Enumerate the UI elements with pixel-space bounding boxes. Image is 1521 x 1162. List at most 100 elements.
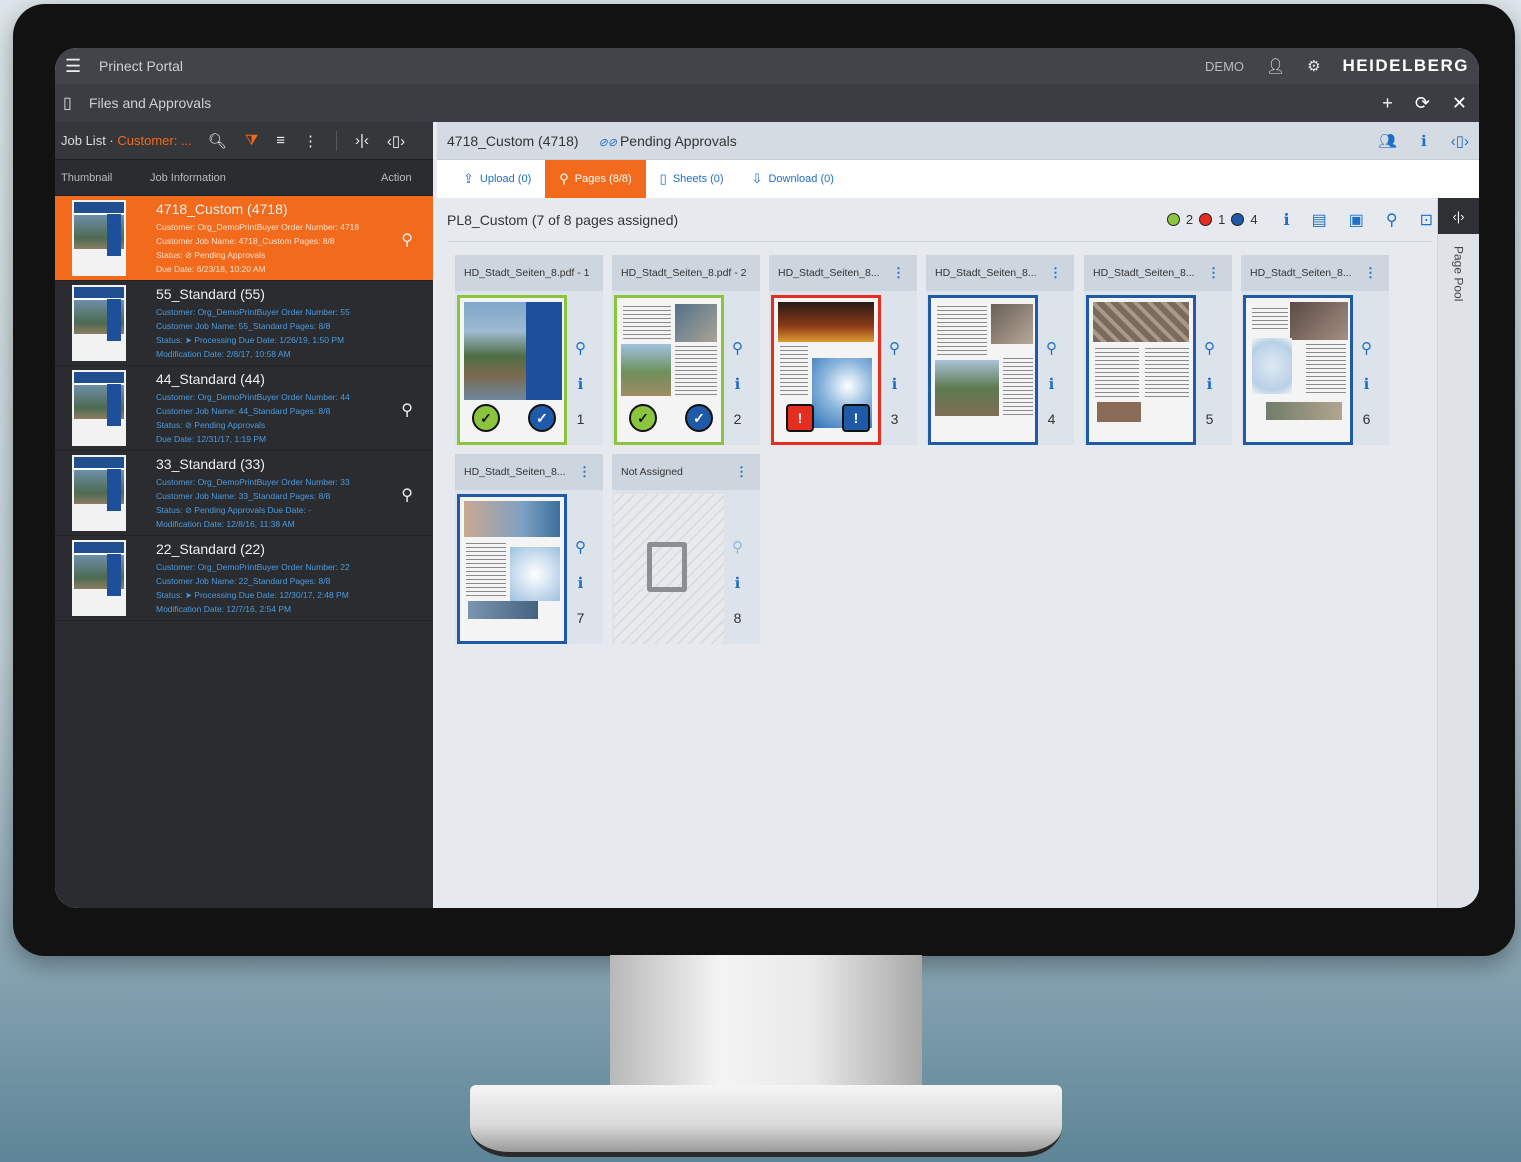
page-preview[interactable]: ✓ ✓ — [457, 295, 567, 445]
expand-panel-icon[interactable]: ‹▯› — [1451, 132, 1469, 150]
tab-upload[interactable]: ⇪ Upload (0) — [449, 160, 545, 198]
page-card-header: HD_Stadt_Seiten_8... ⋮ — [926, 255, 1074, 291]
job-detail-header: 4718_Custom (4718) ⊘⊘ Pending Approvals 👥… — [437, 122, 1479, 160]
page-preview[interactable]: ! ! — [771, 295, 881, 445]
assign-user-icon[interactable]: ⚲ — [889, 339, 900, 357]
info-icon[interactable]: ℹ — [578, 574, 584, 592]
more-options-icon[interactable]: ⋮ — [1207, 265, 1220, 281]
job-thumbnail — [72, 455, 126, 531]
page-assign-icon[interactable]: ▤ — [1312, 210, 1327, 230]
assign-user-icon[interactable]: ⚲ — [1361, 339, 1372, 357]
sheet-preview-icon[interactable]: ▣ — [1349, 210, 1364, 230]
expand-panel-icon[interactable]: ‹▯› — [387, 132, 405, 150]
page-file-name: HD_Stadt_Seiten_8... — [1093, 267, 1195, 279]
info-icon[interactable]: ℹ — [735, 375, 741, 393]
filter-icon[interactable]: ⧩ — [245, 132, 258, 149]
column-header-action[interactable]: Action — [381, 172, 433, 184]
more-options-icon[interactable]: ⋮ — [303, 132, 318, 150]
page-card[interactable]: Not Assigned ⋮ ⚲ ℹ 8 — [612, 454, 760, 644]
hamburger-menu-icon[interactable]: ☰ — [65, 56, 95, 77]
more-options-icon[interactable]: ⋮ — [735, 464, 748, 480]
job-detail: Customer Job Name: 55_Standard Pages: 8/… — [156, 320, 331, 331]
tab-download[interactable]: ⇩ Download (0) — [738, 160, 848, 198]
add-icon[interactable]: + — [1382, 93, 1393, 114]
page-card-actions: ⚲ ℹ 3 — [889, 339, 900, 427]
page-pool-sidebar[interactable]: ‹|› Page Pool — [1437, 198, 1479, 908]
page-card[interactable]: HD_Stadt_Seiten_8.pdf - 1 ✓ ✓ ⚲ ℹ 1 — [455, 255, 603, 445]
users-icon[interactable]: 👥︎ — [1378, 132, 1397, 150]
page-preview[interactable] — [928, 295, 1038, 445]
assign-user-icon[interactable]: ⚲ — [732, 538, 743, 556]
column-header-thumbnail[interactable]: Thumbnail — [55, 172, 150, 184]
approve-user-icon[interactable]: ⚲ — [401, 485, 413, 505]
page-card-header: HD_Stadt_Seiten_8... ⋮ — [769, 255, 917, 291]
info-icon[interactable]: ℹ — [1207, 375, 1213, 393]
page-card-actions: ⚲ ℹ 2 — [732, 339, 743, 427]
customer-filter-label[interactable]: Customer: ... — [117, 133, 191, 148]
approve-user-icon[interactable]: ⚲ — [401, 400, 413, 420]
job-row[interactable]: 33_Standard (33) Customer: Org_DemoPrint… — [55, 451, 433, 536]
approve-user-icon[interactable]: ⚲ — [1386, 210, 1398, 230]
job-detail: Due Date: 6/23/18, 10:20 AM — [156, 263, 266, 274]
blank-page-icon — [647, 542, 687, 592]
page-preview[interactable]: ✓ ✓ — [614, 295, 724, 445]
job-row[interactable]: 55_Standard (55) Customer: Org_DemoPrint… — [55, 281, 433, 366]
info-icon[interactable]: ℹ — [1049, 375, 1055, 393]
job-detail: Customer Job Name: 33_Standard Pages: 8/… — [156, 490, 331, 501]
tab-pages[interactable]: ⚲ Pages (8/8) — [545, 160, 646, 198]
tab-sheets[interactable]: ▯ Sheets (0) — [646, 160, 738, 198]
approved-count: 2 — [1185, 212, 1194, 227]
content-title: PL8_Custom (7 of 8 pages assigned) — [447, 211, 679, 228]
info-icon[interactable]: ℹ — [1284, 210, 1290, 230]
page-number: 6 — [1362, 411, 1371, 427]
info-icon[interactable]: ℹ — [892, 375, 898, 393]
approve-user-icon[interactable]: ⚲ — [401, 230, 413, 250]
page-file-name: Not Assigned — [621, 466, 683, 478]
page-card[interactable]: HD_Stadt_Seiten_8... ⋮ ⚲ ℹ 5 — [1084, 255, 1232, 445]
page-card[interactable]: HD_Stadt_Seiten_8... ⋮ ⚲ ℹ 4 — [926, 255, 1074, 445]
page-card[interactable]: HD_Stadt_Seiten_8... ⋮ ⚲ ℹ 7 — [455, 454, 603, 644]
refresh-icon[interactable]: ⟳ — [1415, 93, 1430, 114]
info-icon[interactable]: ℹ — [1421, 132, 1427, 150]
job-row[interactable]: 4718_Custom (4718) Customer: Org_DemoPri… — [55, 196, 433, 281]
tab-bar: ⇪ Upload (0) ⚲ Pages (8/8) ▯ Sheets (0) ⇩ Do… — [437, 160, 1479, 198]
page-preview[interactable] — [1086, 295, 1196, 445]
job-detail: Customer: Org_DemoPrintBuyer Order Numbe… — [156, 561, 350, 572]
job-detail: Customer: Org_DemoPrintBuyer Order Numbe… — [156, 221, 360, 232]
job-row[interactable]: 22_Standard (22) Customer: Org_DemoPrint… — [55, 536, 433, 621]
info-icon[interactable]: ℹ — [735, 574, 741, 592]
demo-label: DEMO — [1205, 58, 1245, 74]
assign-user-icon[interactable]: ⚲ — [732, 339, 743, 357]
job-title: 55_Standard (55) — [156, 285, 265, 302]
column-header-job-information[interactable]: Job Information — [150, 172, 381, 184]
assign-user-icon[interactable]: ⚲ — [575, 538, 586, 556]
page-number: 8 — [733, 610, 742, 626]
assign-user-icon[interactable]: ⚲ — [1204, 339, 1215, 357]
user-icon[interactable]: 👤︎ — [1266, 57, 1285, 75]
page-file-name: HD_Stadt_Seiten_8... — [1250, 267, 1352, 279]
page-card[interactable]: HD_Stadt_Seiten_8.pdf - 2 ✓ ✓ ⚲ ℹ 2 — [612, 255, 760, 445]
page-preview-unassigned[interactable] — [614, 494, 724, 644]
info-icon[interactable]: ℹ — [578, 375, 584, 393]
select-icon[interactable]: ⊡ — [1420, 210, 1433, 230]
assign-user-icon[interactable]: ⚲ — [1046, 339, 1057, 357]
more-options-icon[interactable]: ⋮ — [1049, 265, 1062, 281]
assign-user-icon[interactable]: ⚲ — [575, 339, 586, 357]
more-options-icon[interactable]: ⋮ — [578, 464, 591, 480]
close-icon[interactable]: ✕ — [1452, 93, 1467, 114]
page-preview[interactable] — [1243, 295, 1353, 445]
collapse-icon[interactable]: ›|‹ — [355, 132, 369, 149]
page-preview[interactable] — [457, 494, 567, 644]
job-row[interactable]: 44_Standard (44) Customer: Org_DemoPrint… — [55, 366, 433, 451]
search-icon[interactable]: 🔍︎ — [208, 132, 227, 150]
page-card[interactable]: HD_Stadt_Seiten_8... ⋮ ⚲ ℹ 6 — [1241, 255, 1389, 445]
page-card[interactable]: HD_Stadt_Seiten_8... ⋮ ! ! ⚲ ℹ 3 — [769, 255, 917, 445]
gear-icon[interactable]: ⚙ — [1307, 57, 1320, 75]
sort-icon[interactable]: ≡ — [276, 132, 285, 149]
more-options-icon[interactable]: ⋮ — [1364, 265, 1377, 281]
page-card-actions: ⚲ ℹ 6 — [1361, 339, 1372, 427]
info-icon[interactable]: ℹ — [1364, 375, 1370, 393]
more-options-icon[interactable]: ⋮ — [892, 265, 905, 281]
page-pool-toggle-icon[interactable]: ‹|› — [1438, 198, 1479, 234]
upload-icon: ⇪ — [463, 171, 474, 186]
